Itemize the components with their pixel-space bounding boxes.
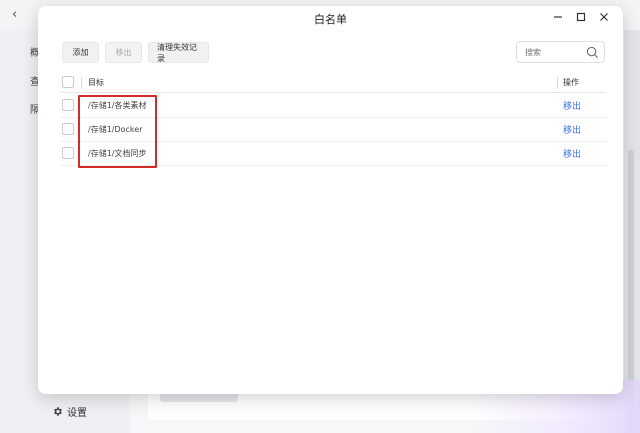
whitelist-dialog: 白名单 添加 移出 清理失效记录 目标 操作 /存储1/各类素材 移出 /存储1… (38, 6, 623, 394)
dialog-title: 白名单 (314, 13, 347, 26)
settings-label: 设置 (67, 408, 87, 419)
header-action: 操作 (563, 78, 579, 87)
search-input[interactable] (525, 46, 585, 59)
clear-invalid-records-button[interactable]: 清理失效记录 (148, 42, 209, 63)
row-checkbox[interactable] (62, 99, 74, 111)
close-icon[interactable] (597, 10, 611, 24)
search-box[interactable] (516, 41, 605, 63)
row-checkbox[interactable] (62, 147, 74, 159)
search-icon[interactable] (586, 46, 599, 59)
add-button[interactable]: 添加 (62, 42, 99, 63)
maximize-icon[interactable] (574, 10, 588, 24)
back-icon[interactable]: ‹ (12, 7, 17, 22)
header-target[interactable]: 目标 (88, 77, 104, 88)
select-all-checkbox[interactable] (62, 76, 74, 88)
row-remove-link[interactable]: 移出 (563, 147, 581, 160)
gear-icon (54, 407, 62, 416)
remove-button[interactable]: 移出 (105, 42, 142, 63)
row-checkbox[interactable] (62, 123, 74, 135)
column-divider[interactable] (81, 77, 82, 89)
row-remove-link[interactable]: 移出 (563, 99, 581, 112)
highlight-annotation-box (78, 95, 157, 168)
sidebar-item-settings[interactable]: 设置 (52, 404, 87, 419)
column-divider[interactable] (557, 77, 558, 89)
row-remove-link[interactable]: 移出 (563, 123, 581, 136)
table-header: 目标 操作 (61, 72, 606, 93)
minimize-icon[interactable] (551, 10, 565, 24)
